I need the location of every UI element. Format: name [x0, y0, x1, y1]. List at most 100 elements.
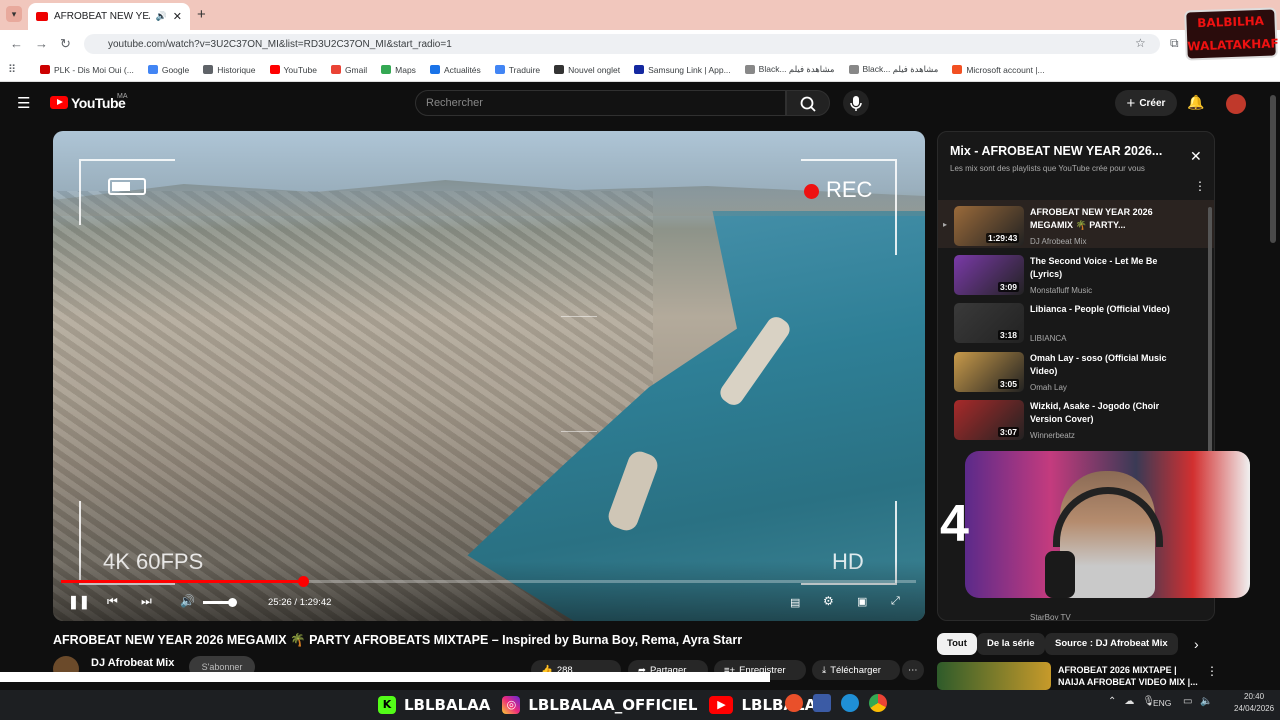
progress-fill — [61, 580, 303, 583]
bookmark-item[interactable]: Traduire — [494, 64, 541, 75]
bookmark-item[interactable]: Historique — [203, 65, 256, 75]
playlist-title[interactable]: Mix - AFROBEAT NEW YEAR 2026... — [950, 144, 1162, 158]
bookmark-label: Maps — [395, 64, 416, 75]
create-button[interactable]: + Créer — [1115, 90, 1177, 116]
bookmark-favicon-icon — [40, 65, 50, 74]
subtitles-icon[interactable]: ▤ — [790, 596, 800, 609]
recommendation-thumb[interactable] — [937, 662, 1051, 690]
taskbar-app-2-icon[interactable] — [813, 694, 831, 712]
playlist-item[interactable]: 3:07 Wizkid, Asake - Jogodo (Choir Versio… — [938, 400, 1214, 448]
star-icon[interactable]: ☆ — [1135, 36, 1146, 50]
avatar[interactable] — [1226, 94, 1246, 114]
playlist-item-title: Omah Lay - soso (Official Music Video) — [1030, 352, 1167, 376]
notifications-icon[interactable]: 🔔 — [1187, 94, 1204, 111]
bookmark-item[interactable]: Google — [147, 64, 190, 75]
microphone — [1045, 551, 1075, 598]
back-icon[interactable]: ← — [10, 36, 23, 51]
bookmark-label: Google — [161, 64, 190, 75]
playlist-menu-icon[interactable]: ⋮ — [1194, 179, 1206, 193]
tray-volume-icon[interactable]: 🔈 — [1200, 696, 1212, 707]
search-input[interactable]: Rechercher — [415, 90, 786, 116]
more-actions-button[interactable]: ⋯ — [902, 660, 924, 680]
audio-icon[interactable]: 🔊 — [156, 11, 167, 22]
fullscreen-icon[interactable]: ⤢ — [891, 595, 900, 608]
voice-search-button[interactable] — [843, 90, 869, 116]
close-tab-icon[interactable]: ✕ — [173, 10, 182, 23]
address-bar[interactable]: youtube.com/watch?v=3U2C37ON_MI&list=RD3… — [84, 34, 1160, 54]
tray-time: 20:40 — [1244, 692, 1265, 701]
tray-date: 24/04/2026 — [1234, 704, 1275, 713]
bookmark-favicon-icon — [429, 65, 440, 74]
youtube-icon: ▶ — [709, 696, 734, 714]
channel-sticker-logo: BALBILHA WALATAKHAF — [1184, 7, 1279, 61]
browser-tab[interactable]: AFROBEAT NEW YEAR 2026 🔊 ✕ — [28, 3, 190, 30]
playlist-item[interactable]: 3:05 Omah Lay - soso (Official Music Vide… — [938, 351, 1214, 400]
bookmark-item[interactable]: Samsung Link | App... — [634, 65, 731, 75]
edge-icon[interactable] — [841, 694, 859, 712]
miniplayer-icon[interactable]: ▣ — [857, 595, 867, 608]
tray-wifi-icon[interactable]: ▭ — [1183, 696, 1192, 707]
forward-icon[interactable]: → — [35, 36, 48, 51]
recommendation-title[interactable]: AFROBEAT 2026 MIXTAPE | NAIJA AFROBEAT V… — [1058, 664, 1203, 690]
recommendation-menu-icon[interactable]: ⋮ — [1206, 664, 1218, 678]
bookmark-item[interactable]: Black... مشاهدة فيلم — [744, 64, 835, 75]
bookmark-item[interactable]: Microsoft account |... — [952, 65, 1045, 75]
mic-icon — [850, 96, 862, 111]
close-playlist-icon[interactable]: ✕ — [1190, 148, 1202, 165]
playlist-item-title: Libianca - People (Official Video) — [1030, 304, 1170, 314]
youtube-favicon-icon — [36, 12, 48, 21]
webcam-overlay — [965, 451, 1250, 598]
youtube-logo-icon[interactable] — [50, 96, 68, 109]
next-icon[interactable]: ⏭ — [141, 594, 152, 609]
volume-icon[interactable]: 🔊 — [180, 594, 195, 608]
bookmark-label: YouTube — [283, 64, 317, 75]
volume-knob[interactable] — [228, 598, 237, 607]
download-button[interactable]: ⤓ Télécharger — [812, 660, 900, 680]
chrome-icon[interactable] — [869, 694, 887, 712]
bookmark-favicon-icon — [203, 65, 214, 74]
taskbar-app-1-icon[interactable] — [785, 694, 803, 712]
bookmark-item[interactable]: Black... مشاهدة فيلم — [848, 64, 939, 75]
settings-icon[interactable]: ⚙ — [823, 594, 834, 608]
new-tab-button[interactable]: + — [197, 6, 206, 23]
playlist-item[interactable]: 1:29:43 AFROBEAT NEW YEAR 2026 MEGAMIX 🌴 … — [938, 200, 1214, 248]
instagram-handle: LBLBALAA_OFFICIEL — [528, 696, 698, 714]
taskbar-app-icons — [785, 694, 887, 712]
extensions-icon[interactable]: ⧉ — [1170, 36, 1179, 51]
chip-source[interactable]: Source : DJ Afrobeat Mix — [1045, 633, 1178, 655]
chip-all[interactable]: Tout — [937, 633, 977, 655]
bookmark-item[interactable]: Gmail — [330, 65, 367, 75]
bookmark-item[interactable]: PLK - Dis Moi Oui (... — [40, 65, 134, 75]
bookmark-item[interactable]: Maps — [381, 65, 416, 75]
bookmark-favicon-icon — [634, 65, 645, 74]
crosshair-icon — [561, 316, 597, 432]
sticker-word: WALATAKHAF — [1187, 36, 1279, 54]
bookmark-item[interactable]: Nouvel onglet — [554, 65, 620, 75]
apps-icon[interactable]: ⠿ — [8, 63, 16, 76]
region-code: MA — [117, 93, 128, 100]
tray-icons: ⌃☁🎙 — [1108, 696, 1164, 707]
reload-icon[interactable]: ↻ — [60, 36, 71, 52]
battery-icon — [108, 178, 146, 195]
pause-icon[interactable]: ❚❚ — [68, 594, 90, 610]
bookmark-item[interactable]: Actualités — [429, 65, 481, 75]
chip-series[interactable]: De la série — [977, 633, 1045, 655]
bookmark-item[interactable]: YouTube — [269, 64, 317, 75]
tab-list-button[interactable]: ▾ — [6, 6, 22, 22]
menu-icon[interactable]: ☰ — [17, 94, 30, 112]
bookmark-favicon-icon — [147, 65, 158, 74]
progress-scrubber[interactable] — [298, 576, 309, 587]
playlist-duration: 1:29:43 — [986, 233, 1020, 243]
plus-icon: + — [1126, 94, 1136, 112]
search-button[interactable] — [786, 90, 830, 116]
previous-icon[interactable]: ⏮ — [107, 594, 118, 609]
playlist-item[interactable]: 3:18 Libianca - People (Official Video) LI… — [938, 303, 1214, 351]
video-player[interactable]: REC 4K 60FPS HD ❚❚ ⏮ ⏭ 🔊 25:26 / 1:29:42… — [53, 131, 925, 621]
bookmark-label: Black... مشاهدة فيلم — [862, 64, 939, 74]
channel-name[interactable]: DJ Afrobeat Mix — [91, 657, 174, 669]
bookmark-label: Traduire — [508, 64, 541, 75]
chevron-right-icon[interactable]: › — [1194, 636, 1199, 652]
page-scrollbar[interactable] — [1270, 95, 1276, 243]
playlist-item[interactable]: 3:09 The Second Voice - Let Me Be (Lyrics… — [938, 254, 1214, 303]
controls-gradient — [53, 561, 925, 621]
